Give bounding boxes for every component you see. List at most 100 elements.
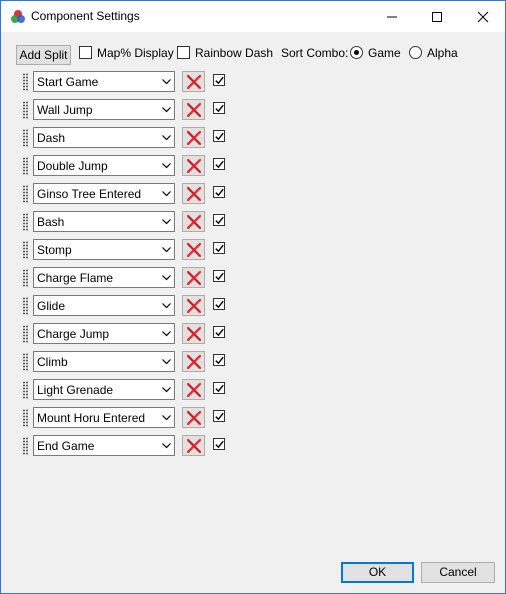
map-display-option[interactable]: Map% Display bbox=[79, 46, 174, 62]
map-display-checkbox[interactable] bbox=[79, 46, 92, 59]
sort-alpha-option[interactable]: Alpha bbox=[409, 46, 459, 62]
drag-handle-icon[interactable] bbox=[23, 381, 25, 399]
delete-split-button[interactable] bbox=[182, 295, 205, 316]
delete-split-button[interactable] bbox=[182, 379, 205, 400]
delete-split-button[interactable] bbox=[182, 127, 205, 148]
drag-handle-icon[interactable] bbox=[23, 241, 25, 259]
drag-handle-icon[interactable] bbox=[23, 269, 25, 287]
drag-handle-icon[interactable] bbox=[23, 353, 25, 371]
rainbow-dash-option[interactable]: Rainbow Dash bbox=[177, 46, 274, 62]
split-dropdown[interactable]: End Game bbox=[33, 435, 175, 456]
split-enabled-checkbox[interactable] bbox=[213, 326, 225, 338]
sort-game-radio[interactable] bbox=[350, 46, 363, 59]
drag-handle-icon[interactable] bbox=[23, 409, 25, 427]
split-enabled-checkbox[interactable] bbox=[213, 298, 225, 310]
split-enabled-checkbox[interactable] bbox=[213, 382, 225, 394]
rainbow-dash-label: Rainbow Dash bbox=[195, 46, 274, 60]
delete-split-button[interactable] bbox=[182, 71, 205, 92]
sort-alpha-radio[interactable] bbox=[409, 46, 422, 59]
split-enabled-checkbox[interactable] bbox=[213, 158, 225, 170]
drag-handle-icon[interactable] bbox=[26, 213, 28, 231]
delete-split-button[interactable] bbox=[182, 239, 205, 260]
ok-button[interactable]: OK bbox=[341, 562, 414, 583]
delete-x-icon bbox=[187, 411, 201, 425]
delete-split-button[interactable] bbox=[182, 211, 205, 232]
delete-x-icon bbox=[187, 355, 201, 369]
delete-split-button[interactable] bbox=[182, 323, 205, 344]
rainbow-dash-checkbox[interactable] bbox=[177, 46, 190, 59]
split-dropdown[interactable]: Ginso Tree Entered bbox=[33, 183, 175, 204]
minimize-button[interactable] bbox=[369, 1, 414, 32]
settings-content: Add Split Map% Display Rainbow Dash Sort… bbox=[1, 32, 505, 593]
delete-x-icon bbox=[187, 327, 201, 341]
chevron-down-icon bbox=[162, 163, 171, 169]
drag-handle-icon[interactable] bbox=[26, 157, 28, 175]
drag-handle-icon[interactable] bbox=[26, 297, 28, 315]
split-dropdown[interactable]: Bash bbox=[33, 211, 175, 232]
drag-handle-icon[interactable] bbox=[26, 353, 28, 371]
split-enabled-checkbox[interactable] bbox=[213, 242, 225, 254]
delete-x-icon bbox=[187, 131, 201, 145]
split-dropdown[interactable]: Stomp bbox=[33, 239, 175, 260]
drag-handle-icon[interactable] bbox=[26, 185, 28, 203]
drag-handle-icon[interactable] bbox=[26, 381, 28, 399]
split-dropdown[interactable]: Glide bbox=[33, 295, 175, 316]
checkmark-icon bbox=[215, 216, 224, 225]
delete-split-button[interactable] bbox=[182, 435, 205, 456]
drag-handle-icon[interactable] bbox=[23, 73, 25, 91]
title-bar[interactable]: Component Settings bbox=[1, 1, 505, 32]
drag-handle-icon[interactable] bbox=[23, 129, 25, 147]
drag-handle-icon[interactable] bbox=[23, 101, 25, 119]
delete-split-button[interactable] bbox=[182, 99, 205, 120]
add-split-button[interactable]: Add Split bbox=[16, 45, 71, 65]
drag-handle-icon[interactable] bbox=[23, 325, 25, 343]
drag-handle-icon[interactable] bbox=[26, 241, 28, 259]
checkmark-icon bbox=[215, 412, 224, 421]
split-enabled-checkbox[interactable] bbox=[213, 410, 225, 422]
delete-split-button[interactable] bbox=[182, 407, 205, 428]
maximize-button[interactable] bbox=[414, 1, 459, 32]
drag-handle-icon[interactable] bbox=[23, 157, 25, 175]
split-dropdown-value: Glide bbox=[37, 299, 66, 313]
drag-handle-icon[interactable] bbox=[23, 297, 25, 315]
chevron-down-icon bbox=[162, 303, 171, 309]
delete-split-button[interactable] bbox=[182, 183, 205, 204]
drag-handle-icon[interactable] bbox=[26, 325, 28, 343]
drag-handle-icon[interactable] bbox=[23, 213, 25, 231]
drag-handle-icon[interactable] bbox=[26, 269, 28, 287]
drag-handle-icon[interactable] bbox=[23, 437, 25, 455]
drag-handle-icon[interactable] bbox=[26, 409, 28, 427]
split-enabled-checkbox[interactable] bbox=[213, 74, 225, 86]
split-enabled-checkbox[interactable] bbox=[213, 130, 225, 142]
split-enabled-checkbox[interactable] bbox=[213, 270, 225, 282]
split-dropdown[interactable]: Start Game bbox=[33, 71, 175, 92]
split-dropdown[interactable]: Charge Flame bbox=[33, 267, 175, 288]
cancel-button[interactable]: Cancel bbox=[421, 562, 495, 583]
chevron-down-icon bbox=[162, 275, 171, 281]
drag-handle-icon[interactable] bbox=[26, 101, 28, 119]
delete-x-icon bbox=[187, 75, 201, 89]
split-dropdown[interactable]: Light Grenade bbox=[33, 379, 175, 400]
split-dropdown[interactable]: Dash bbox=[33, 127, 175, 148]
split-enabled-checkbox[interactable] bbox=[213, 438, 225, 450]
delete-split-button[interactable] bbox=[182, 155, 205, 176]
split-enabled-checkbox[interactable] bbox=[213, 102, 225, 114]
split-dropdown[interactable]: Wall Jump bbox=[33, 99, 175, 120]
drag-handle-icon[interactable] bbox=[23, 185, 25, 203]
checkmark-icon bbox=[215, 440, 224, 449]
split-enabled-checkbox[interactable] bbox=[213, 354, 225, 366]
drag-handle-icon[interactable] bbox=[26, 129, 28, 147]
delete-split-button[interactable] bbox=[182, 267, 205, 288]
split-row: Light Grenade bbox=[1, 379, 505, 401]
close-button[interactable] bbox=[460, 1, 505, 32]
delete-split-button[interactable] bbox=[182, 351, 205, 372]
drag-handle-icon[interactable] bbox=[26, 73, 28, 91]
split-dropdown[interactable]: Double Jump bbox=[33, 155, 175, 176]
split-dropdown[interactable]: Climb bbox=[33, 351, 175, 372]
drag-handle-icon[interactable] bbox=[26, 437, 28, 455]
split-dropdown[interactable]: Mount Horu Entered bbox=[33, 407, 175, 428]
split-enabled-checkbox[interactable] bbox=[213, 186, 225, 198]
sort-game-option[interactable]: Game bbox=[350, 46, 401, 62]
split-dropdown[interactable]: Charge Jump bbox=[33, 323, 175, 344]
split-enabled-checkbox[interactable] bbox=[213, 214, 225, 226]
